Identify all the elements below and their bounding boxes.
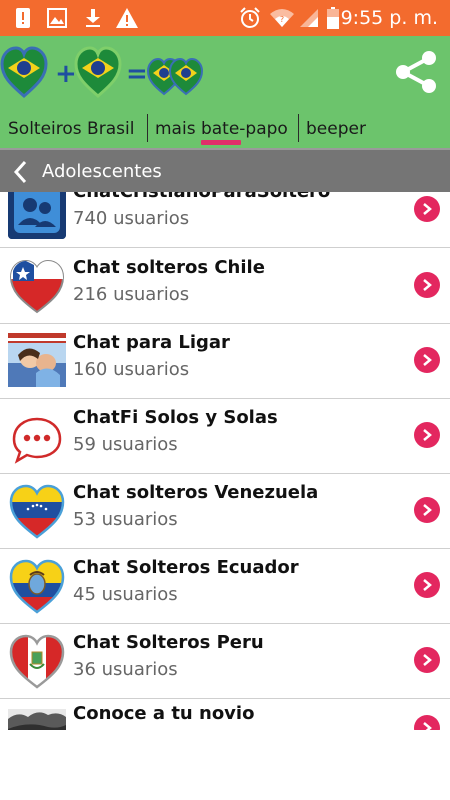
speech-bubble-icon [8,409,66,467]
list-item[interactable]: ChatCristianoParaSoltero 740 usuarios [0,192,450,248]
brazil-heart-icon [0,46,48,98]
couple-photo [8,333,66,387]
app-logo: + = [0,44,220,100]
tab-solteiros-brasil[interactable]: Solteiros Brasil [8,114,134,144]
list-item[interactable]: Chat solteros Venezuela 53 usuarios [0,474,450,549]
room-user-count: 36 usuarios [73,659,178,680]
bottom-blank-area [0,730,450,800]
alert-card-icon [14,6,32,30]
tab-divider [147,114,148,142]
chat-users-icon [8,192,66,239]
room-title: ChatCristianoParaSoltero [73,192,330,202]
room-title: Conoce a tu novio [73,703,255,724]
chevron-right-circle-icon[interactable] [414,497,440,523]
venezuela-heart-icon [8,482,66,540]
alarm-icon [238,6,262,30]
battery-icon [326,6,340,30]
brazil-heart-icon [74,46,122,98]
peru-heart-icon [8,632,66,690]
room-user-count: 216 usuarios [73,284,190,305]
room-title: Chat para Ligar [73,332,230,353]
room-user-count: 160 usuarios [73,359,190,380]
section-title: Adolescentes [42,161,162,182]
ecuador-heart-icon [8,557,66,615]
chile-heart-icon [8,257,66,315]
app-header: + = Solteiros Brasil mais bate-papo beep… [0,36,450,148]
wifi-icon: ? [268,6,296,30]
section-header: Adolescentes [0,148,450,192]
chevron-right-circle-icon[interactable] [414,347,440,373]
chevron-right-circle-icon[interactable] [414,572,440,598]
warning-icon [114,6,140,30]
room-title: Chat solteros Chile [73,257,265,278]
status-time: 9:55 p. m. [340,7,438,29]
svg-text:?: ? [280,15,284,24]
room-title: Chat Solteros Peru [73,632,264,653]
room-title: Chat Solteros Ecuador [73,557,299,578]
equals-icon: = [126,59,148,89]
plus-icon: + [55,59,77,89]
chevron-left-icon[interactable] [8,158,32,186]
list-item[interactable]: Conoce a tu novio [0,699,450,730]
list-item[interactable]: Chat solteros Chile 216 usuarios [0,249,450,324]
image-icon [46,6,68,30]
tab-beeper[interactable]: beeper [306,114,366,144]
room-title: Chat solteros Venezuela [73,482,319,503]
download-icon [82,6,104,30]
chevron-right-circle-icon[interactable] [414,715,440,730]
room-user-count: 740 usuarios [73,208,190,229]
status-bar: ? 9:55 p. m. [0,0,450,36]
room-user-count: 45 usuarios [73,584,178,605]
tab-divider [298,114,299,142]
chevron-right-circle-icon[interactable] [414,196,440,222]
chevron-right-circle-icon[interactable] [414,422,440,448]
list-item[interactable]: Chat para Ligar 160 usuarios [0,324,450,399]
room-user-count: 53 usuarios [73,509,178,530]
room-title: ChatFi Solos y Solas [73,407,278,428]
share-icon [396,51,436,93]
chevron-right-circle-icon[interactable] [414,272,440,298]
room-list[interactable]: ChatCristianoParaSoltero 740 usuarios Ch… [0,192,450,730]
list-item[interactable]: Chat Solteros Ecuador 45 usuarios [0,549,450,624]
photo-thumb [8,709,66,730]
chevron-right-circle-icon[interactable] [414,647,440,673]
list-item[interactable]: Chat Solteros Peru 36 usuarios [0,624,450,699]
active-tab-indicator [201,140,241,145]
room-user-count: 59 usuarios [73,434,178,455]
list-item[interactable]: ChatFi Solos y Solas 59 usuarios [0,399,450,474]
share-button[interactable] [390,44,442,100]
brazil-hearts-pair-icon [146,57,204,96]
signal-icon [298,6,320,30]
